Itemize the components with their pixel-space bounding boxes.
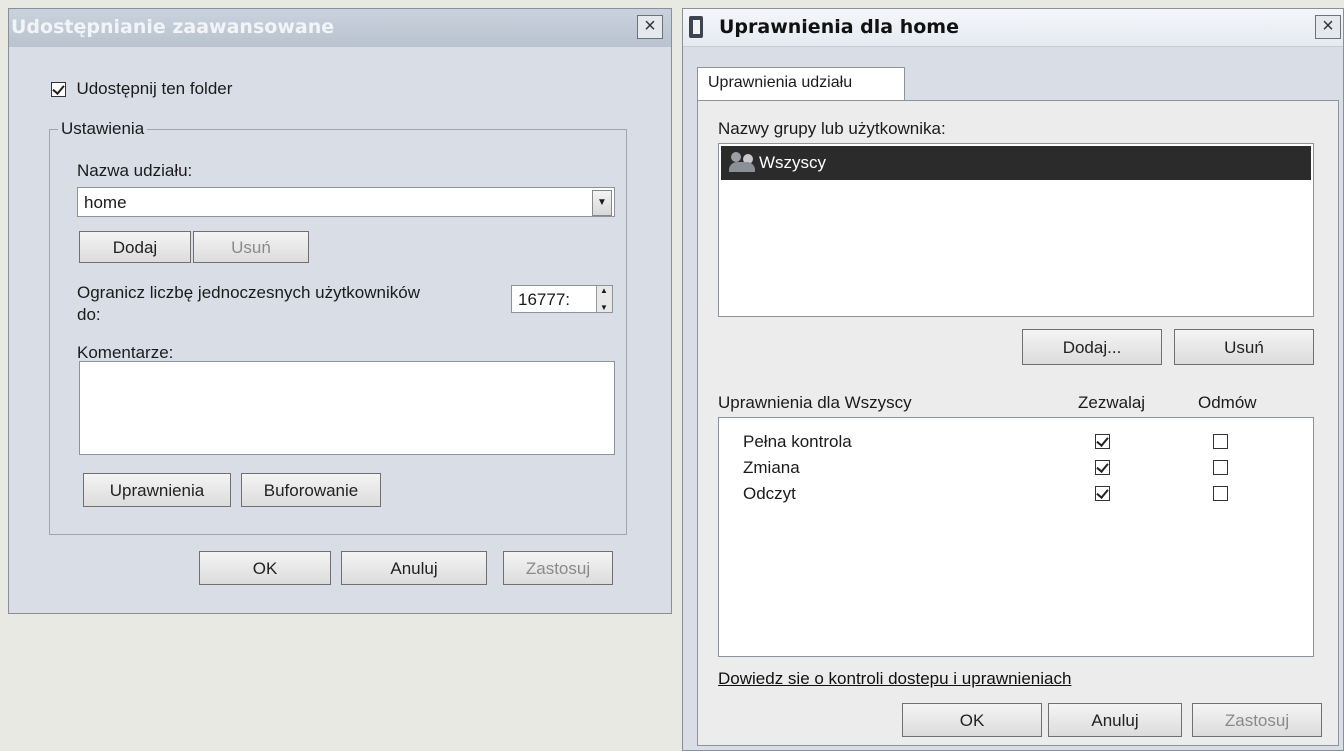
permission-row: Odczyt <box>719 480 1313 510</box>
permissions-list: Pełna kontrola Zmiana Odczyt <box>718 417 1314 657</box>
add-share-button[interactable]: Dodaj <box>79 231 191 263</box>
advanced-sharing-dialog: Udostępnianie zaawansowane × Udostępnij … <box>8 8 672 614</box>
deny-full-control-checkbox[interactable] <box>1213 434 1228 449</box>
permission-name: Zmiana <box>743 458 800 477</box>
ok-button[interactable]: OK <box>902 703 1042 737</box>
permissions-header: Uprawnienia dla Wszyscy <box>718 393 912 412</box>
permissions-button[interactable]: Uprawnienia <box>83 473 231 507</box>
deny-change-checkbox[interactable] <box>1213 460 1228 475</box>
groups-label: Nazwy grupy lub użytkownika: <box>718 119 946 138</box>
groups-list[interactable]: Wszyscy <box>718 143 1314 317</box>
cancel-button[interactable]: Anuluj <box>341 551 487 585</box>
tab-panel: Nazwy grupy lub użytkownika: Wszyscy Dod… <box>697 100 1339 746</box>
share-name-dropdown[interactable]: home ▼ <box>77 187 615 217</box>
share-name-value: home <box>84 193 127 212</box>
user-limit-value: 16777: <box>518 290 570 309</box>
list-item[interactable]: Wszyscy <box>721 146 1311 180</box>
dialog-title: Udostępnianie zaawansowane <box>11 16 335 38</box>
title-bar: Udostępnianie zaawansowane × <box>9 9 671 47</box>
apply-button[interactable]: Zastosuj <box>1192 703 1322 737</box>
close-button[interactable]: × <box>1315 15 1341 39</box>
comments-textarea[interactable] <box>79 361 615 455</box>
caching-button[interactable]: Buforowanie <box>241 473 381 507</box>
settings-group-title: Ustawienia <box>58 119 148 139</box>
share-permissions-dialog: Uprawnienia dla home × Uprawnienia udzia… <box>682 8 1344 751</box>
allow-change-checkbox[interactable] <box>1095 460 1110 475</box>
title-bar: Uprawnienia dla home × <box>683 9 1343 47</box>
ok-button[interactable]: OK <box>199 551 331 585</box>
add-group-button[interactable]: Dodaj... <box>1022 329 1162 365</box>
deny-read-checkbox[interactable] <box>1213 486 1228 501</box>
apply-button[interactable]: Zastosuj <box>503 551 613 585</box>
users-group-icon <box>729 152 755 172</box>
share-folder-label: Udostępnij ten folder <box>76 79 233 98</box>
group-name: Wszyscy <box>759 153 827 172</box>
user-limit-label-line1: Ogranicz liczbę jednoczesnych użytkownik… <box>77 283 420 302</box>
allow-column-header: Zezwalaj <box>1078 393 1146 412</box>
allow-read-checkbox[interactable] <box>1095 486 1110 501</box>
remove-share-button[interactable]: Usuń <box>193 231 309 263</box>
allow-full-control-checkbox[interactable] <box>1095 434 1110 449</box>
close-button[interactable]: × <box>637 15 663 39</box>
dialog-title: Uprawnienia dla home <box>719 16 959 38</box>
share-folder-checkbox-row[interactable]: Udostępnij ten folder <box>51 79 232 99</box>
folder-icon <box>689 16 703 38</box>
user-limit-stepper[interactable]: 16777: <box>511 285 613 313</box>
cancel-button[interactable]: Anuluj <box>1048 703 1182 737</box>
user-limit-label-line2: do: <box>77 305 101 324</box>
permission-name: Pełna kontrola <box>743 432 852 451</box>
share-name-label: Nazwa udziału: <box>77 161 193 180</box>
help-link[interactable]: Dowiedz sie o kontroli dostepu i uprawni… <box>718 669 1071 689</box>
tab-share-permissions[interactable]: Uprawnienia udziału <box>697 67 905 101</box>
remove-group-button[interactable]: Usuń <box>1174 329 1314 365</box>
deny-column-header: Odmów <box>1198 393 1257 412</box>
comments-label: Komentarze: <box>77 343 174 362</box>
share-folder-checkbox[interactable] <box>51 81 66 97</box>
permission-name: Odczyt <box>743 484 796 503</box>
chevron-down-icon[interactable]: ▼ <box>592 190 612 216</box>
stepper-arrows-icon[interactable] <box>596 286 612 312</box>
